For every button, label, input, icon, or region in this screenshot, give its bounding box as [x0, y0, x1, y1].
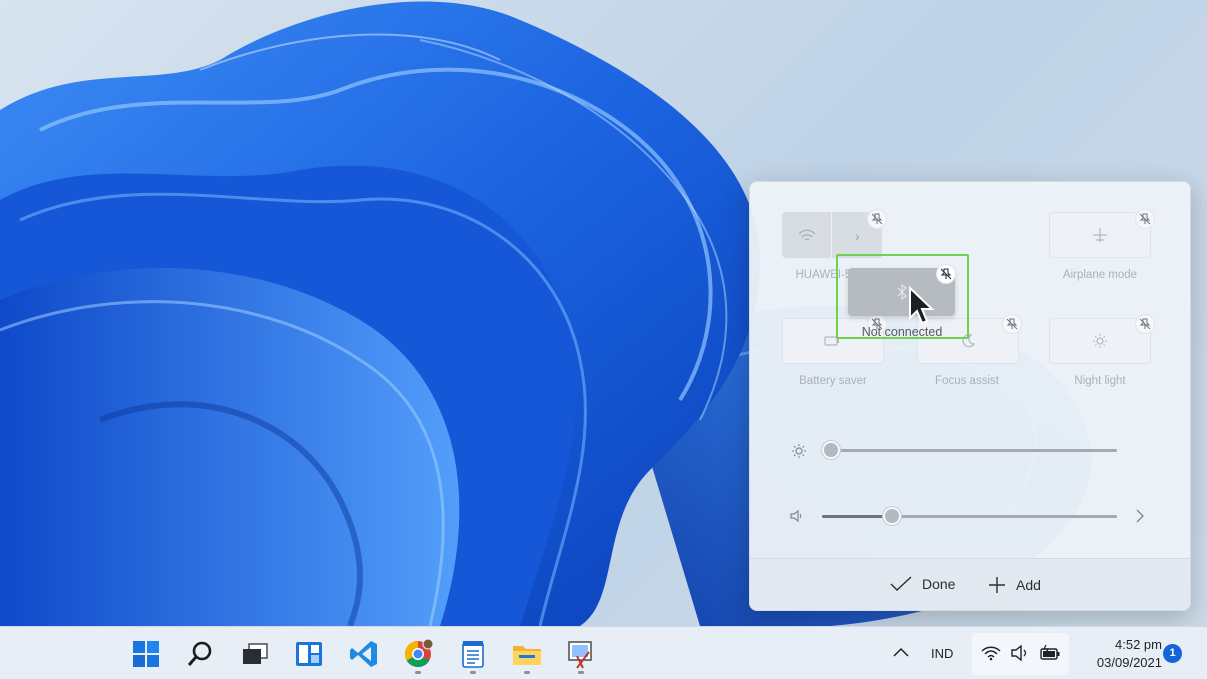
notepad-running-indicator: [470, 671, 476, 674]
chrome-running-indicator: [415, 671, 421, 674]
unpin-icon: [871, 213, 883, 225]
unpin-focus-assist-button[interactable]: [1002, 314, 1022, 334]
brightness-icon: [792, 444, 806, 458]
chevron-right-icon: ›: [855, 228, 860, 244]
airplane-tile-label: Airplane mode: [1062, 269, 1138, 281]
focus-assist-tile-label: Focus assist: [935, 375, 999, 387]
file-explorer-icon[interactable]: [511, 638, 543, 670]
snipping-tool-icon[interactable]: [565, 638, 597, 670]
clock-date: 03/09/2021: [1096, 655, 1162, 670]
add-label: Add: [1016, 577, 1041, 593]
night-light-tile-label: Night light: [1074, 375, 1126, 387]
unpin-wifi-button[interactable]: [867, 209, 887, 229]
drag-highlight-outline: [836, 254, 969, 339]
airplane-icon: [1093, 228, 1107, 242]
unpin-airplane-button[interactable]: [1135, 209, 1155, 229]
battery-saver-tile-label: Battery saver: [799, 375, 867, 387]
speaker-icon: [790, 509, 802, 523]
start-icon[interactable]: [130, 638, 162, 670]
notepad-icon[interactable]: [457, 638, 489, 670]
unpin-icon: [1006, 318, 1018, 330]
volume-slider-thumb[interactable]: [883, 507, 901, 525]
volume-icon: [1011, 645, 1027, 661]
plus-icon: [989, 577, 1005, 593]
input-language-indicator[interactable]: IND: [931, 646, 953, 661]
taskbar: IND 4:52 pm 03/09/2021 1: [0, 626, 1207, 679]
search-icon[interactable]: [184, 638, 216, 670]
clock[interactable]: 4:52 pm 03/09/2021: [1080, 636, 1162, 672]
unpin-icon: [1139, 318, 1151, 330]
checkmark-icon: [890, 576, 912, 591]
brightness-slider-thumb[interactable]: [822, 441, 840, 459]
mouse-cursor-icon: [909, 286, 935, 325]
wifi-icon: [798, 229, 816, 241]
chevron-up-icon[interactable]: [893, 646, 909, 658]
snipping-running-indicator: [578, 671, 584, 674]
sun-icon: [1093, 334, 1107, 348]
brightness-slider-track[interactable]: [822, 449, 1117, 452]
task-view-icon[interactable]: [239, 638, 271, 670]
notification-badge[interactable]: 1: [1163, 644, 1182, 663]
clock-time: 4:52 pm: [1115, 637, 1162, 652]
vscode-icon[interactable]: [348, 638, 380, 670]
volume-slider-fill: [822, 515, 892, 518]
unpin-icon: [1139, 213, 1151, 225]
done-button[interactable]: Done: [890, 576, 955, 592]
done-label: Done: [922, 576, 956, 592]
battery-charging-icon: [1040, 644, 1060, 660]
wifi-icon: [981, 646, 1001, 661]
unpin-night-light-button[interactable]: [1135, 314, 1155, 334]
explorer-running-indicator: [524, 671, 530, 674]
chevron-right-icon[interactable]: [1135, 509, 1145, 523]
quick-settings-footer: [750, 558, 1190, 610]
chrome-icon[interactable]: [402, 638, 434, 670]
widgets-icon[interactable]: [293, 638, 325, 670]
add-button[interactable]: Add: [988, 576, 1041, 594]
